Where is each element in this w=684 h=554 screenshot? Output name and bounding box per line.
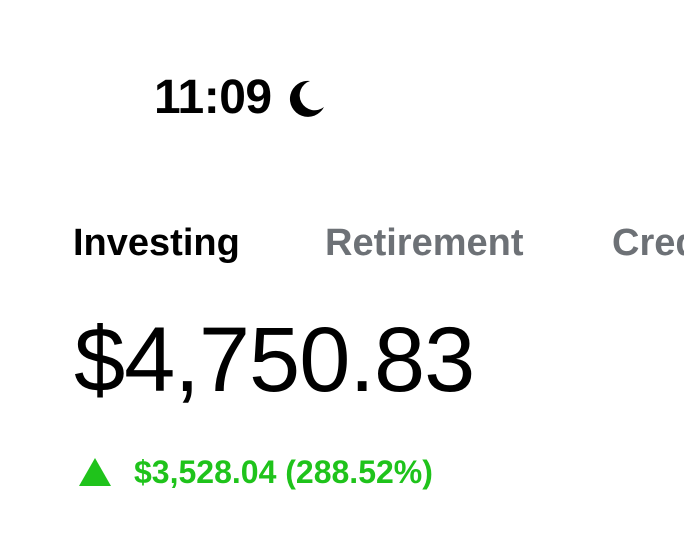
up-triangle-icon [78, 457, 112, 487]
tab-retirement[interactable]: Retirement [325, 218, 524, 268]
portfolio-change: $3,528.04 (288.52%) [78, 450, 433, 494]
status-bar: 11:09 [154, 70, 328, 126]
tab-credit[interactable]: Credit [612, 218, 684, 268]
change-value: $3,528.04 (288.52%) [134, 454, 433, 490]
moon-icon [284, 77, 328, 121]
tab-investing[interactable]: Investing [73, 218, 240, 268]
status-time: 11:09 [154, 71, 272, 124]
portfolio-balance: $4,750.83 [74, 309, 475, 411]
account-tabs: Investing Retirement Credit [0, 218, 684, 268]
